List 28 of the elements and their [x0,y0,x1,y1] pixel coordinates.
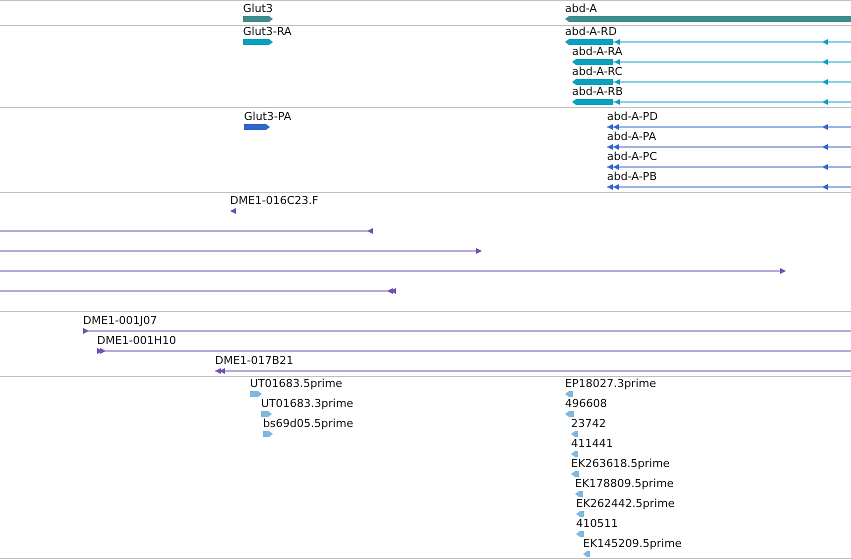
feature-label: EK262442.5prime [576,497,675,510]
feature-label: abd-A-PA [607,130,656,143]
feature-label: DME1-017B21 [215,354,294,367]
feature-label: EK178809.5prime [575,477,674,490]
feature-label: Glut3 [243,2,273,15]
feature-label: abd-A-RC [572,65,622,78]
feature-label: bs69d05.5prime [263,417,354,430]
feature-label: 23742 [571,417,606,430]
feature-label: Glut3-RA [243,26,292,38]
feature-label: UT01683.5prime [250,377,342,390]
feature-label: DME1-016C23.F [230,194,318,207]
feature-label: Glut3-PA [244,110,292,123]
feature-label: 410511 [576,517,618,530]
feature-label: 411441 [571,437,613,450]
feature-label: abd-A-RA [572,45,622,58]
feature-label: EK263618.5prime [571,457,670,470]
feature-label: abd-A-PD [607,110,658,123]
feature-label: EK145209.5prime [583,537,682,550]
feature-label: UT01683.3prime [261,397,354,410]
feature-label: DME1-001H10 [97,334,176,347]
feature-label: EP18027.3prime [565,377,656,390]
feature-label: abd-A-RD [565,26,617,38]
feature-label: 496608 [565,397,607,410]
feature-label: abd-A-PB [607,170,657,183]
feature-label: abd-A [565,2,597,15]
feature-label: abd-A-PC [607,150,657,163]
feature-label: abd-A-RB [572,85,623,98]
feature-label: DME1-001J07 [83,314,158,327]
